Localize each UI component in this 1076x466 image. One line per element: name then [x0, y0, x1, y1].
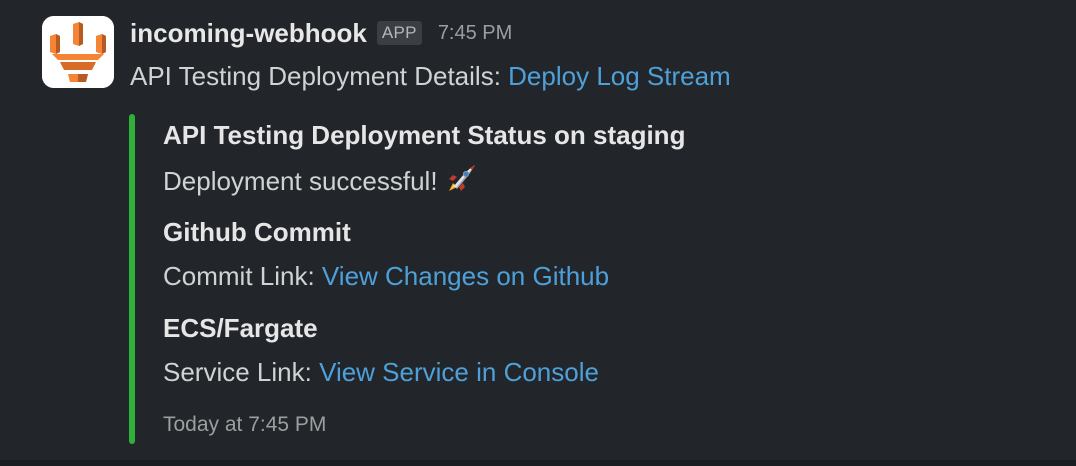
sender-name[interactable]: incoming-webhook — [130, 18, 367, 49]
attachment-title: API Testing Deployment Status on staging — [163, 120, 686, 150]
attachment-text-label: Deployment successful! — [163, 166, 438, 196]
attachment-footer-timestamp: Today at 7:45 PM — [163, 413, 327, 436]
field-title-ecs-fargate: ECS/Fargate — [163, 313, 318, 343]
message-divider — [0, 460, 1076, 466]
message-text: API Testing Deployment Details: Deploy L… — [130, 58, 731, 94]
aws-deploy-logo-icon — [42, 16, 114, 88]
message-timestamp[interactable]: 7:45 PM — [438, 22, 512, 45]
deploy-log-stream-link[interactable]: Deploy Log Stream — [508, 61, 731, 91]
app-badge: APP — [376, 21, 422, 45]
view-service-console-link[interactable]: View Service in Console — [319, 357, 599, 387]
field-value-commit-link: Commit Link: View Changes on Github — [163, 258, 609, 294]
view-changes-github-link[interactable]: View Changes on Github — [322, 261, 609, 291]
attachment-color-bar — [129, 114, 135, 444]
commit-link-label: Commit Link: — [163, 261, 322, 291]
message-container: incoming-webhook APP 7:45 PM API Testing… — [0, 0, 1076, 460]
attachment-text: Deployment successful! — [163, 162, 478, 205]
field-value-service-link: Service Link: View Service in Console — [163, 354, 599, 390]
field-title-github-commit: Github Commit — [163, 217, 351, 247]
message-header: incoming-webhook APP 7:45 PM — [130, 14, 512, 52]
message-text-prefix: API Testing Deployment Details: — [130, 61, 509, 91]
rocket-icon — [444, 162, 478, 205]
service-link-label: Service Link: — [163, 357, 320, 387]
avatar[interactable] — [42, 16, 114, 88]
